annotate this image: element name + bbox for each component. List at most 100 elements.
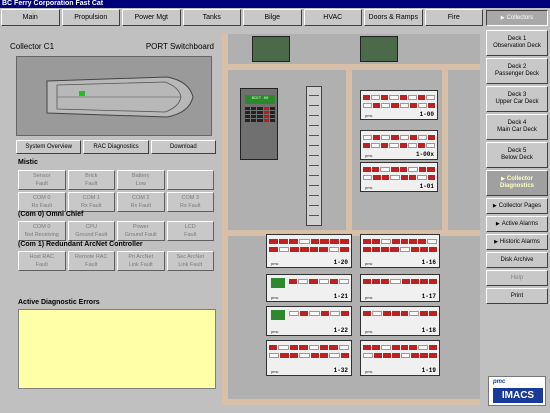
triangle-right-icon: ▶ [501,176,505,182]
nav-hvac[interactable]: HVAC [303,9,362,26]
io-rack-1-32[interactable]: pmc 1-32 [266,340,352,376]
io-rack-1-21[interactable]: pmc 1-21 [266,274,352,302]
nav-main[interactable]: Main [1,9,60,26]
battery-low-indicator: Battery Low [117,170,165,190]
pri-arcnet-link-fault-indicator: Pri ArcNet Link Fault [117,251,165,271]
action-buttons: System Overview RAC Diagnostics Download [16,140,216,154]
logo-pmc-text: pmc [493,379,506,385]
cabinet-wall-left [222,34,228,405]
rack-label: 1-00x [415,151,434,158]
cabinet-wall-middle [346,64,352,234]
io-rack-1-17[interactable]: pmc 1-17 [360,274,440,302]
rack-label: 1-00 [419,111,434,118]
cpu-ground-fault-indicator: CPU Ground Fault [67,221,115,241]
deck-4-button[interactable]: Deck 4 Main Car Deck [486,114,548,140]
cabinet-wall-right [442,64,448,234]
active-errors-title: Active Diagnostic Errors [18,299,100,306]
switchboard-diagram: BCET 00 pmc 1-00 pmc 1-00x pmc 1-01 pmc … [222,34,480,405]
window-title: BC Ferry Corporation Fast Cat [0,0,550,8]
com0-not-receiving-indicator: COM 0 Not Receiving [18,221,66,241]
io-rack-1-00[interactable]: pmc 1-00 [360,90,438,120]
arcnet-fault-grid: Host RAC Fault Remote RAC Fault Pri ArcNet… [18,251,214,271]
system-overview-button[interactable]: System Overview [16,140,82,154]
omni-controller[interactable]: BCET 00 [240,88,278,160]
triangle-right-icon: ▶ [494,238,498,245]
top-nav: Main Propulsion Power Mgt Tanks Bilge HV… [0,8,484,27]
nav-propulsion[interactable]: Propulsion [61,9,120,26]
terminal-strip [306,86,322,226]
com2-rx-fault-indicator: COM 2 Rx Fault [117,192,165,212]
io-rack-1-22[interactable]: pmc 1-22 [266,306,352,336]
collector-name: Collector C1 [10,42,55,51]
blank-indicator [166,170,214,190]
brick-fault-indicator: Brick Fault [67,170,115,190]
power-board-1 [252,36,290,62]
lcd-fault-indicator: LCD Fault [166,221,214,241]
io-rack-1-19[interactable]: pmc 1-19 [360,340,440,376]
cabinet-wall-bottom [222,399,480,405]
nav-doors-ramps[interactable]: Doors & Ramps [364,9,423,26]
rack-label: 1-19 [421,367,436,374]
io-rack-1-18[interactable]: pmc 1-18 [360,306,440,336]
triangle-right-icon: ▶ [500,14,505,21]
rack-label: 1-01 [419,183,434,190]
deck-1-button[interactable]: Deck 1 Observation Deck [486,30,548,56]
active-errors-box [18,309,216,389]
deck-3-button[interactable]: Deck 3 Upper Car Deck [486,86,548,112]
print-button[interactable]: Print [486,288,548,304]
collector-pages-button[interactable]: ▶ Collector Pages [486,198,548,214]
com1-rx-fault-indicator: COM 1 Rx Fault [67,192,115,212]
rack-label: 1-20 [333,259,348,266]
sec-arcnet-link-fault-indicator: Sec ArcNet Link Fault [166,251,214,271]
controller-display: BCET 00 [245,95,275,104]
power-ground-fault-indicator: Power Ground Fault [117,221,165,241]
nav-power-mgt[interactable]: Power Mgt [122,9,181,26]
triangle-right-icon: ▶ [492,202,497,209]
rack-label: 1-32 [333,367,348,374]
nav-tanks[interactable]: Tanks [182,9,241,26]
triangle-right-icon: ▶ [495,220,500,227]
collector-diagnostics-button[interactable]: ▶ Collector Diagnostics [486,170,548,196]
disk-archive-button[interactable]: Disk Archive [486,252,548,268]
ship-outline-image [16,56,212,136]
power-board-2 [360,36,398,62]
omni-chief-title: (Com 0) Omni Chief [18,211,84,218]
pmc-imacs-logo: pmc IMACS [488,376,546,406]
collector-header: Collector C1 PORT Switchboard [8,34,216,54]
historic-alarms-button[interactable]: ▶ Historic Alarms [486,234,548,250]
nav-bilge[interactable]: Bilge [243,9,302,26]
rack-label: 1-18 [421,327,436,334]
help-button[interactable]: Help [486,270,548,286]
switchboard-name: PORT Switchboard [145,42,214,51]
ship-hull-icon [46,76,194,118]
com3-rx-fault-indicator: COM 3 Rx Fault [166,192,214,212]
io-rack-1-00x[interactable]: pmc 1-00x [360,130,438,160]
sensor-fault-indicator: Sensor Fault [18,170,66,190]
remote-rac-fault-indicator: Remote RAC Fault [67,251,115,271]
rack-label: 1-22 [333,327,348,334]
com0-rx-fault-indicator: COM 0 Rx Fault [18,192,66,212]
controller-keypad [245,107,275,122]
collector-panel: Collector C1 PORT Switchboard System Ove… [8,34,216,405]
logo-imacs-text: IMACS [493,388,543,403]
right-sidebar: ▶ Collectors Deck 1 Observation Deck Deck … [484,8,550,413]
io-rack-1-20[interactable]: pmc 1-20 [266,234,352,268]
mistic-title: Mistic [18,159,38,166]
arcnet-title: (Com 1) Redundant ArcNet Controller [18,241,143,248]
nav-fire[interactable]: Fire [424,9,483,26]
omni-fault-grid: COM 0 Not Receiving CPU Ground Fault Power… [18,221,214,241]
rack-label: 1-21 [333,293,348,300]
rack-label: 1-17 [421,293,436,300]
io-rack-1-01[interactable]: pmc 1-01 [360,162,438,192]
rack-label: 1-16 [421,259,436,266]
collectors-button[interactable]: ▶ Collectors [486,10,548,26]
deck-5-button[interactable]: Deck 5 Below Deck [486,142,548,168]
deck-2-button[interactable]: Deck 2 Passenger Deck [486,58,548,84]
app-window: BC Ferry Corporation Fast Cat Main Propu… [0,0,550,413]
active-alarms-button[interactable]: ▶ Active Alarms [486,216,548,232]
download-button[interactable]: Download [150,140,216,154]
io-rack-1-16[interactable]: pmc 1-16 [360,234,440,268]
mistic-fault-grid: Sensor Fault Brick Fault Battery Low COM 0R… [18,170,214,212]
rac-diagnostics-button[interactable]: RAC Diagnostics [83,140,149,154]
host-rac-fault-indicator: Host RAC Fault [18,251,66,271]
